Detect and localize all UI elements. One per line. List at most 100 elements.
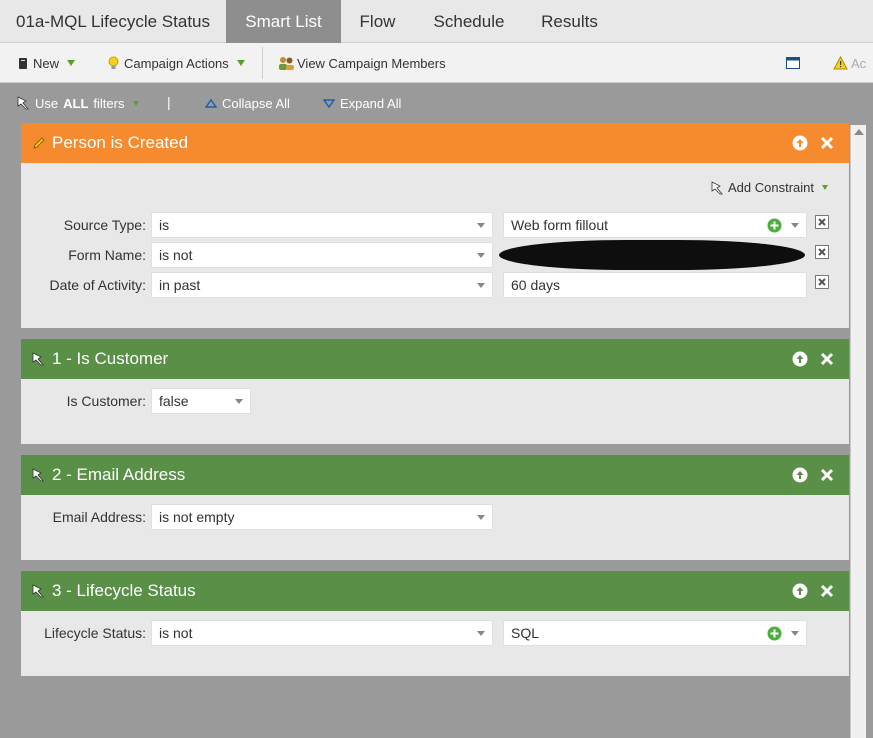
triangle-up-icon xyxy=(205,98,217,108)
chevron-down-icon xyxy=(791,223,799,228)
filter-header[interactable]: 3 - Lifecycle Status xyxy=(21,571,849,611)
triangle-down-icon xyxy=(323,98,335,108)
chevron-down-icon xyxy=(235,399,243,404)
use-filters-dropdown-icon xyxy=(133,100,140,106)
value-text: Web form fillout xyxy=(511,217,608,233)
remove-filter-icon[interactable] xyxy=(819,135,835,151)
filter-header[interactable]: Person is Created xyxy=(21,123,849,163)
constraint-row-email-address: Email Address: is not empty xyxy=(21,504,849,530)
document-icon xyxy=(19,57,27,69)
add-constraint-button[interactable]: Add Constraint xyxy=(711,180,828,195)
redacted-value xyxy=(499,240,805,270)
expand-all-label: Expand All xyxy=(340,95,402,111)
expand-all-button[interactable]: Expand All xyxy=(323,84,401,122)
campaign-actions-dropdown-icon xyxy=(236,60,245,66)
operator-value: in past xyxy=(159,277,201,293)
alert-action-button[interactable]: Ac xyxy=(833,43,866,83)
constraint-label: Is Customer: xyxy=(66,393,146,409)
filter-title: 3 - Lifecycle Status xyxy=(52,581,196,600)
window-button[interactable] xyxy=(786,43,800,83)
constraint-row-is-customer: Is Customer: false xyxy=(21,388,849,414)
filter-panel-is-customer: 1 - Is Customer Is Customer: false xyxy=(21,339,849,444)
chevron-down-icon xyxy=(477,283,485,288)
constraint-label: Form Name: xyxy=(68,247,146,263)
new-label: New xyxy=(33,55,60,71)
all-label: ALL xyxy=(63,95,89,111)
value-select[interactable]: SQL xyxy=(503,620,807,646)
filter-header[interactable]: 2 - Email Address xyxy=(21,455,849,495)
constraint-row-source-type: Source Type: is Web form fillout xyxy=(21,212,849,238)
tab-smart-list[interactable]: Smart List xyxy=(226,0,341,43)
remove-constraint-icon[interactable] xyxy=(815,245,829,259)
new-dropdown-icon xyxy=(67,60,76,66)
filter-title: Person is Created xyxy=(52,133,189,152)
filter-title: 1 - Is Customer xyxy=(52,349,169,368)
operator-select[interactable]: is not empty xyxy=(151,504,493,530)
value-text: SQL xyxy=(511,625,540,641)
filter-title: 2 - Email Address xyxy=(52,465,186,484)
toolbar: New Campaign Actions View Campaign Membe… xyxy=(0,43,873,83)
chevron-down-icon xyxy=(477,253,485,258)
chevron-down-icon xyxy=(791,631,799,636)
pencil-icon xyxy=(33,137,45,149)
value-select[interactable]: false xyxy=(151,388,251,414)
value-input[interactable]: 60 days xyxy=(503,272,807,298)
add-constraint-dropdown-icon xyxy=(822,185,828,190)
people-icon xyxy=(279,56,294,70)
filter-panel-email-address: 2 - Email Address Email Address: is not … xyxy=(21,455,849,560)
warning-icon xyxy=(833,56,848,70)
options-separator: | xyxy=(167,94,171,110)
add-value-icon[interactable] xyxy=(767,626,782,641)
tab-schedule[interactable]: Schedule xyxy=(414,0,524,43)
filter-scrollbar[interactable] xyxy=(850,125,866,738)
operator-value: is not xyxy=(159,625,193,641)
remove-constraint-icon[interactable] xyxy=(815,275,829,289)
funnel-icon xyxy=(32,352,44,366)
view-campaign-members-button[interactable]: View Campaign Members xyxy=(278,43,446,83)
funnel-icon xyxy=(32,468,44,482)
remove-filter-icon[interactable] xyxy=(819,351,835,367)
filter-header[interactable]: 1 - Is Customer xyxy=(21,339,849,379)
collapse-all-button[interactable]: Collapse All xyxy=(205,84,290,122)
move-up-icon[interactable] xyxy=(792,583,808,599)
operator-select[interactable]: is xyxy=(151,212,493,238)
chevron-down-icon xyxy=(477,515,485,520)
move-up-icon[interactable] xyxy=(792,467,808,483)
collapse-all-label: Collapse All xyxy=(222,95,290,111)
move-up-icon[interactable] xyxy=(792,135,808,151)
filter-panel-lifecycle-status: 3 - Lifecycle Status Lifecycle Status: i… xyxy=(21,571,849,676)
operator-select[interactable]: is not xyxy=(151,242,493,268)
constraint-label: Date of Activity: xyxy=(49,277,146,293)
remove-constraint-icon[interactable] xyxy=(815,215,829,229)
constraint-row-lifecycle-status: Lifecycle Status: is not SQL xyxy=(21,620,849,646)
operator-select[interactable]: is not xyxy=(151,620,493,646)
value-text: 60 days xyxy=(511,277,561,293)
window-icon xyxy=(786,57,800,69)
use-all-filters-dropdown[interactable]: Use ALL filters xyxy=(17,84,140,122)
campaign-actions-button[interactable]: Campaign Actions xyxy=(107,43,245,83)
constraint-row-date-of-activity: Date of Activity: in past 60 days xyxy=(21,272,849,298)
tab-results[interactable]: Results xyxy=(524,0,615,43)
use-label: Use xyxy=(35,95,59,111)
campaign-actions-label: Campaign Actions xyxy=(124,55,229,71)
toolbar-divider xyxy=(262,47,263,79)
funnel-icon xyxy=(17,96,29,110)
scroll-up-arrow-icon[interactable] xyxy=(854,129,864,135)
tab-campaign-name[interactable]: 01a-MQL Lifecycle Status xyxy=(0,0,226,43)
chevron-down-icon xyxy=(477,223,485,228)
chevron-down-icon xyxy=(477,631,485,636)
constraint-label: Lifecycle Status: xyxy=(44,625,146,641)
tab-flow[interactable]: Flow xyxy=(341,0,414,43)
move-up-icon[interactable] xyxy=(792,351,808,367)
remove-filter-icon[interactable] xyxy=(819,467,835,483)
new-button[interactable]: New xyxy=(18,43,76,83)
operator-value: is xyxy=(159,217,170,233)
view-campaign-members-label: View Campaign Members xyxy=(297,55,446,71)
remove-filter-icon[interactable] xyxy=(819,583,835,599)
operator-value: is not xyxy=(159,247,193,263)
constraint-label: Source Type: xyxy=(63,217,146,233)
filter-options-bar: Use ALL filters | Collapse All Expand Al… xyxy=(0,84,873,124)
add-value-icon[interactable] xyxy=(767,218,782,233)
operator-select[interactable]: in past xyxy=(151,272,493,298)
value-select[interactable]: Web form fillout xyxy=(503,212,807,238)
